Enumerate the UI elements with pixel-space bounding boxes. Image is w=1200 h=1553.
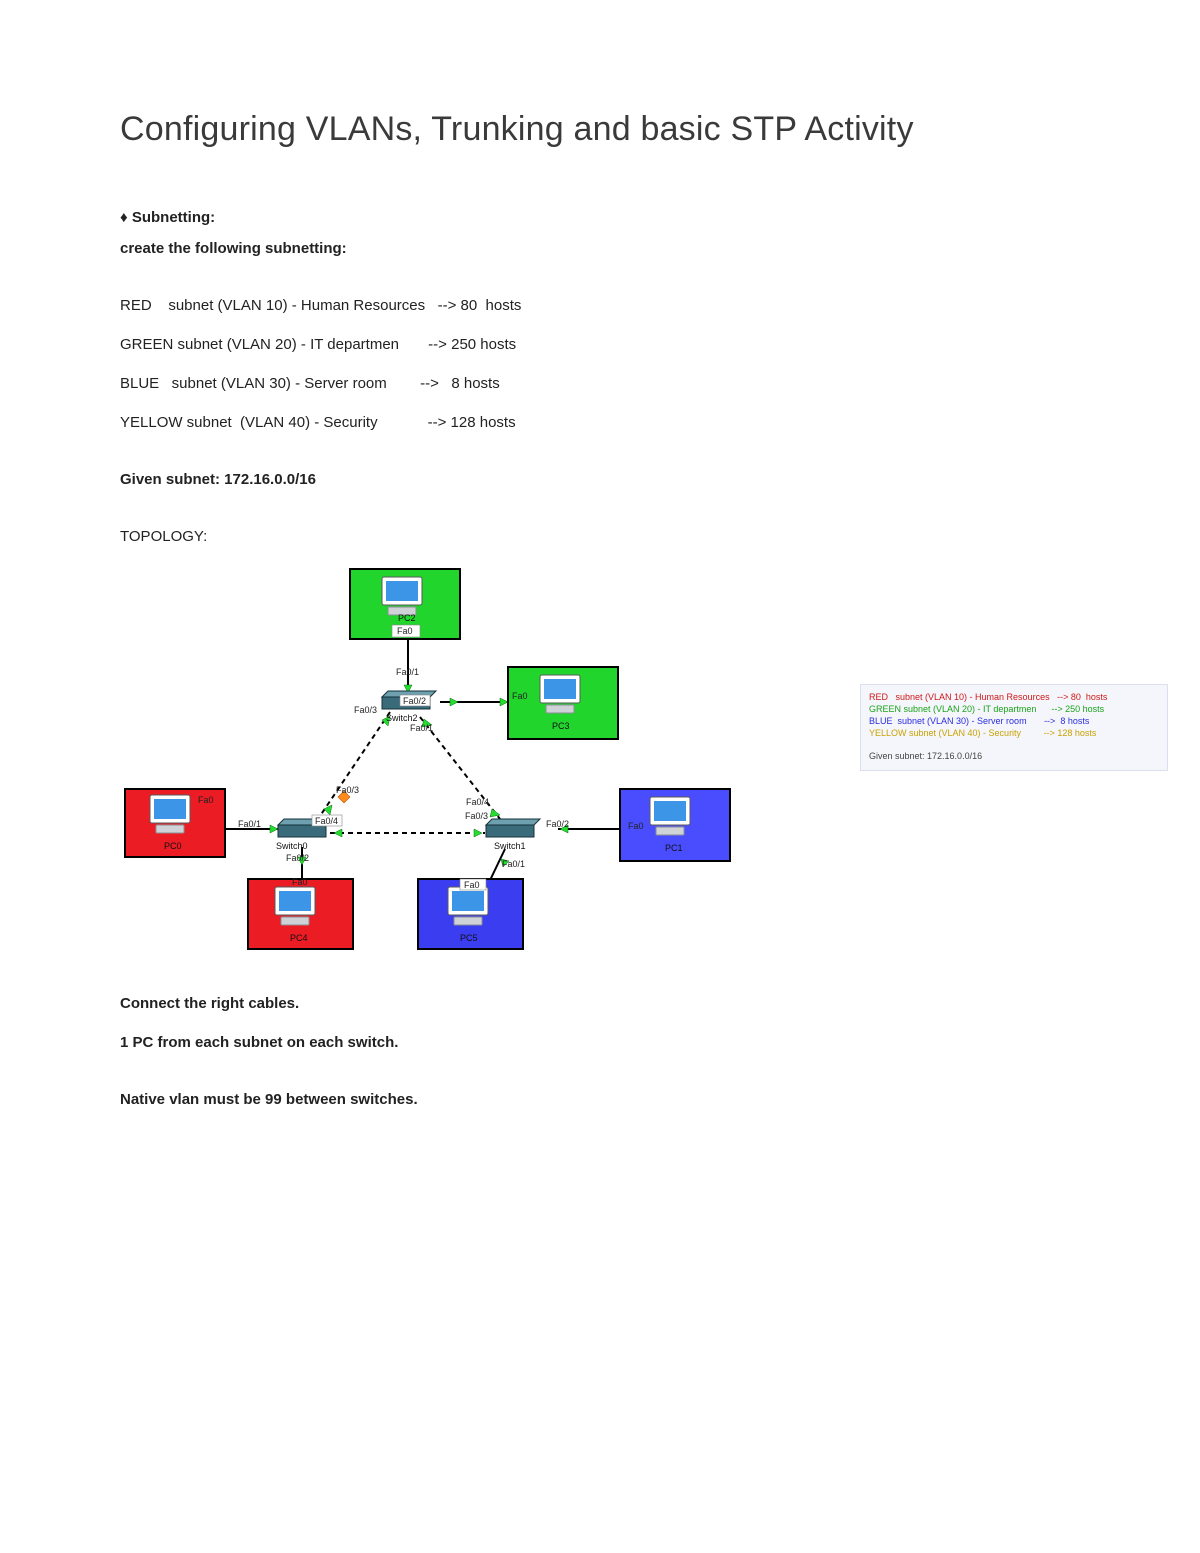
pc4-group: PC4 Fa0 [248, 877, 353, 949]
svg-text:Fa0: Fa0 [397, 626, 413, 636]
svg-text:Fa0/2: Fa0/2 [546, 819, 569, 829]
subnet-yellow: YELLOW subnet (VLAN 40) - Security --> 1… [120, 414, 1080, 431]
subnetting-heading: ♦ Subnetting: [120, 209, 1080, 226]
svg-text:Fa0/4: Fa0/4 [466, 797, 489, 807]
legend-yellow: YELLOW subnet (VLAN 40) - Security --> 1… [869, 728, 1096, 738]
svg-text:PC3: PC3 [552, 721, 570, 731]
switch1: Switch1 [486, 819, 540, 851]
pc0-group: PC0 Fa0 [125, 789, 225, 857]
svg-text:Fa0: Fa0 [198, 795, 214, 805]
svg-text:Fa0: Fa0 [292, 877, 308, 887]
topology-label: TOPOLOGY: [120, 528, 1080, 545]
svg-text:PC1: PC1 [665, 843, 683, 853]
subnetting-label-text: ♦ Subnetting: [120, 209, 215, 226]
svg-text:Fa0/1: Fa0/1 [502, 859, 525, 869]
svg-text:Fa0/1: Fa0/1 [410, 723, 433, 733]
connect-cables-line: Connect the right cables. [120, 995, 1080, 1012]
svg-text:Fa0/2: Fa0/2 [286, 853, 309, 863]
svg-text:Fa0/1: Fa0/1 [238, 819, 261, 829]
subnet-red: RED subnet (VLAN 10) - Human Resources -… [120, 297, 1080, 314]
svg-text:Switch1: Switch1 [494, 841, 526, 851]
pc5-group: PC5 Fa0 [418, 879, 523, 949]
svg-text:PC0: PC0 [164, 841, 182, 851]
svg-text:Fa0/3: Fa0/3 [336, 785, 359, 795]
svg-text:Switch0: Switch0 [276, 841, 308, 851]
legend-green: GREEN subnet (VLAN 20) - IT departmen --… [869, 704, 1104, 714]
legend-blue: BLUE subnet (VLAN 30) - Server room --> … [869, 716, 1089, 726]
pc1-group: PC1 Fa0 [620, 789, 730, 861]
trunk-sw2-sw0 [318, 712, 390, 819]
svg-text:Fa0: Fa0 [464, 880, 480, 890]
one-pc-line: 1 PC from each subnet on each switch. [120, 1034, 1080, 1051]
page-title: Configuring VLANs, Trunking and basic ST… [120, 110, 1080, 149]
svg-text:PC2: PC2 [398, 613, 416, 623]
pc3-group: PC3 Fa0 [508, 667, 618, 739]
create-subnetting-line: create the following subnetting: [120, 240, 1080, 257]
given-subnet: Given subnet: 172.16.0.0/16 [120, 471, 1080, 488]
subnet-green: GREEN subnet (VLAN 20) - IT departmen --… [120, 336, 1080, 353]
svg-text:Fa0/2: Fa0/2 [403, 696, 426, 706]
svg-text:Fa0/4: Fa0/4 [315, 816, 338, 826]
legend-card: RED subnet (VLAN 10) - Human Resources -… [860, 684, 1168, 771]
svg-text:Fa0/3: Fa0/3 [354, 705, 377, 715]
svg-text:Fa0: Fa0 [512, 691, 528, 701]
svg-text:Fa0/3: Fa0/3 [465, 811, 488, 821]
subnet-blue: BLUE subnet (VLAN 30) - Server room --> … [120, 375, 1080, 392]
native-vlan-line: Native vlan must be 99 between switches. [120, 1091, 1080, 1108]
svg-text:PC5: PC5 [460, 933, 478, 943]
svg-text:Fa0: Fa0 [628, 821, 644, 831]
pc2-group: PC2 Fa0 [350, 569, 460, 639]
svg-text:Switch2: Switch2 [386, 713, 418, 723]
legend-red: RED subnet (VLAN 10) - Human Resources -… [869, 692, 1107, 702]
svg-text:PC4: PC4 [290, 933, 308, 943]
svg-text:Fa0/1: Fa0/1 [396, 667, 419, 677]
legend-given-subnet: Given subnet: 172.16.0.0/16 [869, 750, 1159, 762]
